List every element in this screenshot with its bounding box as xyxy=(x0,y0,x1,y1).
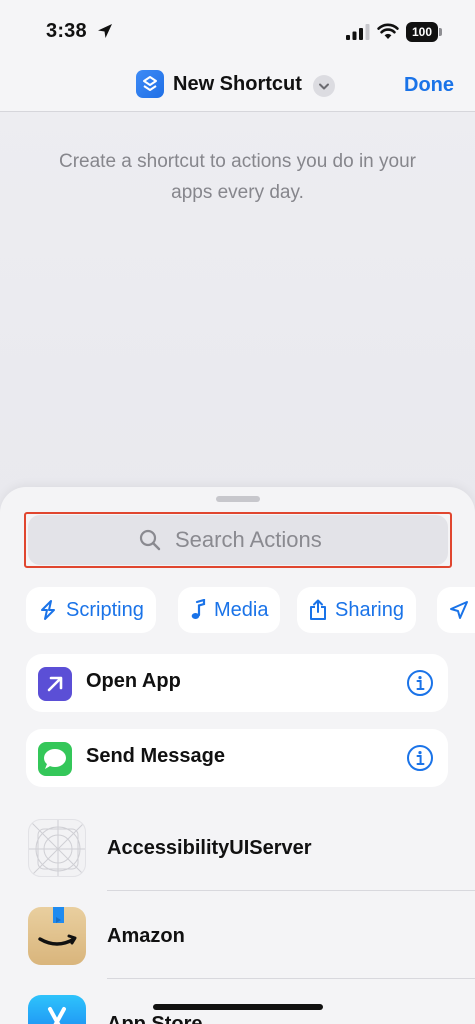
amazon-icon xyxy=(28,907,86,965)
info-icon[interactable] xyxy=(406,744,434,772)
done-button[interactable]: Done xyxy=(404,74,454,97)
scripting-icon xyxy=(41,600,55,620)
open-app-icon xyxy=(38,667,72,701)
music-note-icon xyxy=(191,599,206,619)
app-row-accessibility-ui-server[interactable]: AccessibilityUIServer xyxy=(0,805,475,891)
battery-level: 100 xyxy=(406,22,438,42)
action-label: Open App xyxy=(86,670,181,692)
shortcuts-app-icon xyxy=(136,70,164,98)
action-card-open-app[interactable]: Open App xyxy=(26,654,448,712)
app-row-app-store[interactable]: App Store xyxy=(0,981,475,1024)
actions-sheet: Search Actions Scripting Media Sharing O… xyxy=(0,487,475,1024)
messages-icon xyxy=(38,742,72,776)
app-label: Amazon xyxy=(107,925,185,947)
chevron-down-icon[interactable] xyxy=(313,75,335,97)
info-icon[interactable] xyxy=(406,669,434,697)
nav-bar: New Shortcut Done xyxy=(0,62,475,112)
status-time: 3:38 xyxy=(46,20,87,42)
search-icon xyxy=(139,529,161,551)
divider xyxy=(107,978,475,979)
category-label: Media xyxy=(214,598,269,621)
category-label: Scripting xyxy=(66,598,144,621)
accessibility-ui-server-icon xyxy=(28,819,86,877)
action-label: Send Message xyxy=(86,745,225,767)
app-store-icon xyxy=(28,995,86,1024)
category-chip-location[interactable] xyxy=(437,587,475,633)
app-label: AccessibilityUIServer xyxy=(107,837,312,859)
location-arrow-icon xyxy=(98,24,112,38)
category-chip-sharing[interactable]: Sharing xyxy=(297,587,416,633)
category-label: Sharing xyxy=(335,598,404,621)
status-bar: 3:38 100 xyxy=(0,0,475,62)
divider xyxy=(107,890,475,891)
app-row-amazon[interactable]: Amazon xyxy=(0,893,475,979)
location-arrow-icon xyxy=(450,601,468,619)
shortcut-title[interactable]: New Shortcut xyxy=(173,73,302,96)
share-icon xyxy=(310,599,326,620)
screen: 3:38 100 New Shortcut Done Create a shor… xyxy=(0,0,475,1024)
battery-icon: 100 xyxy=(406,22,442,42)
category-chip-scripting[interactable]: Scripting xyxy=(26,587,156,633)
app-label: App Store xyxy=(107,1013,203,1024)
wifi-icon xyxy=(377,23,399,39)
action-card-send-message[interactable]: Send Message xyxy=(26,729,448,787)
empty-state-hint: Create a shortcut to actions you do in y… xyxy=(59,151,416,203)
category-chip-media[interactable]: Media xyxy=(178,587,281,633)
sheet-grabber[interactable] xyxy=(216,496,260,502)
cellular-signal-icon xyxy=(346,24,370,40)
search-placeholder: Search Actions xyxy=(175,527,322,552)
home-indicator[interactable] xyxy=(153,1004,323,1010)
